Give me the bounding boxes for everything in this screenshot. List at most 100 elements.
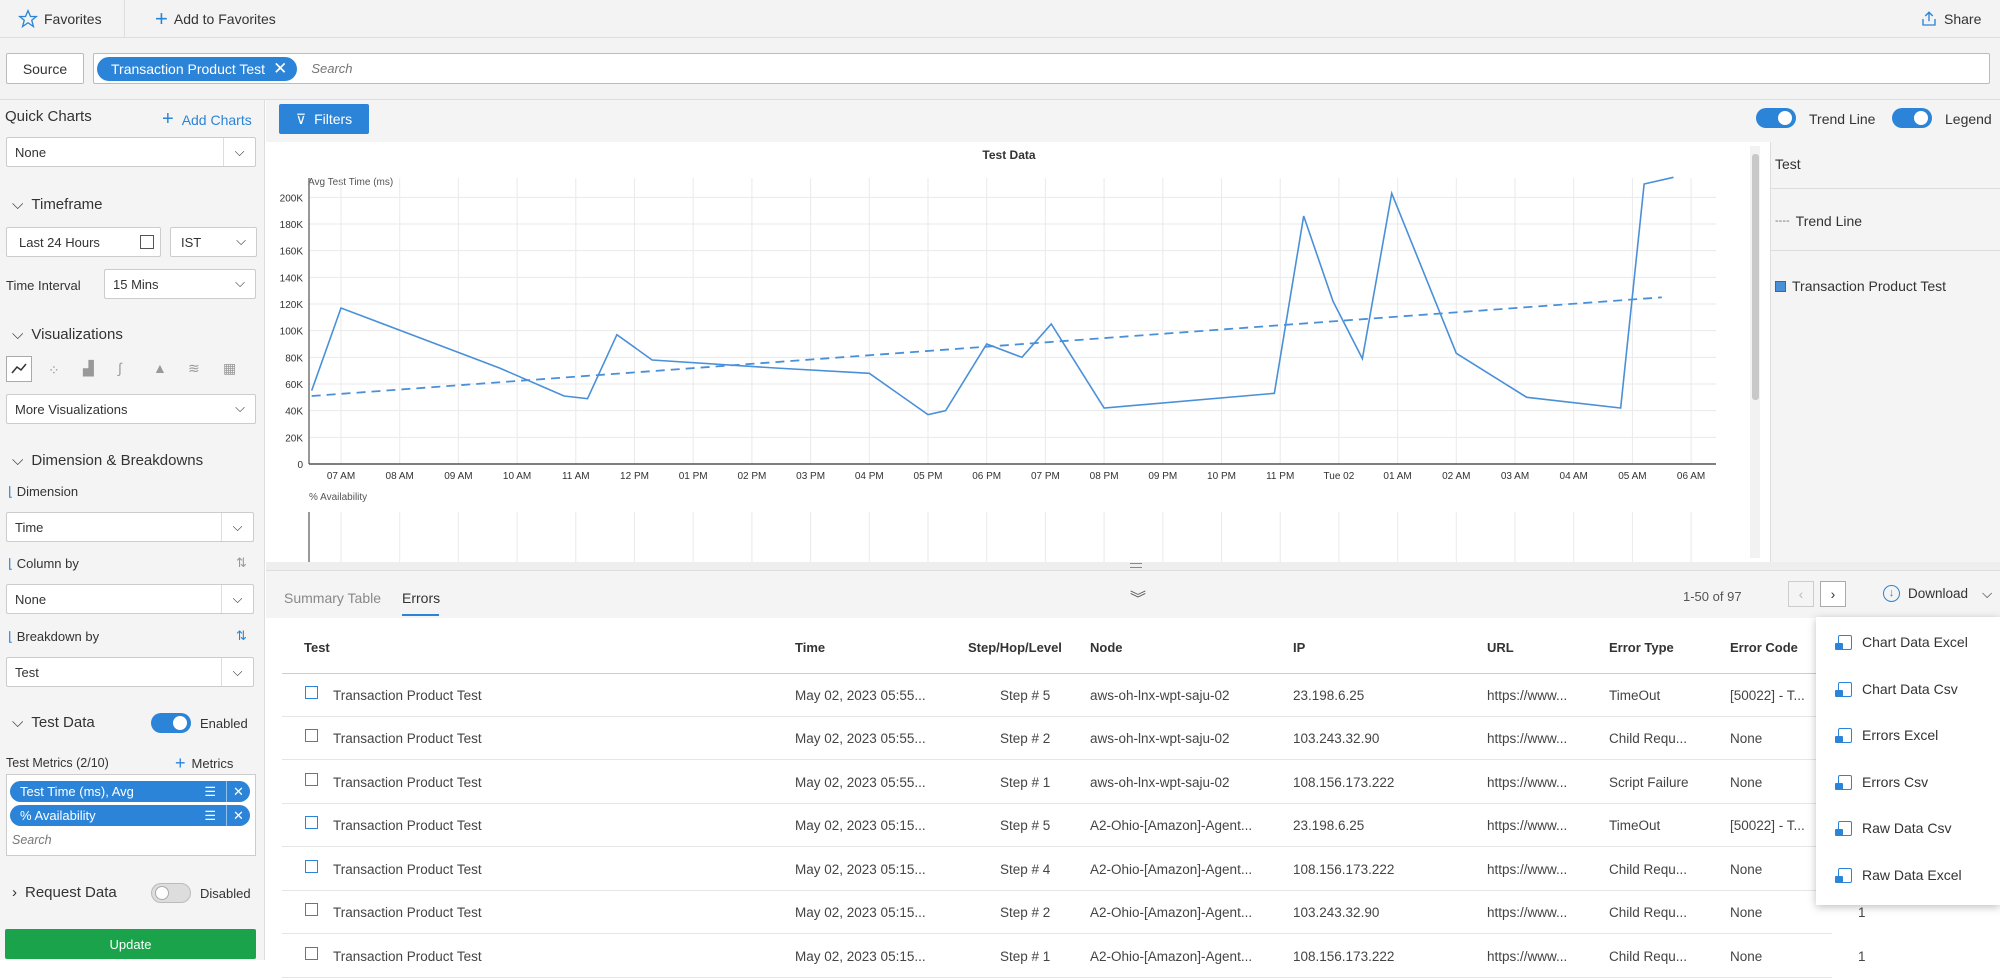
copy-icon[interactable]	[305, 686, 318, 699]
close-icon[interactable]: ✕	[226, 805, 250, 826]
settings-icon[interactable]: ☰	[204, 808, 216, 824]
cell-time: May 02, 2023 05:15...	[795, 905, 926, 920]
source-button[interactable]: Source	[6, 53, 84, 84]
chart-scrollbar[interactable]	[1750, 146, 1760, 558]
file-export-icon	[1835, 634, 1852, 650]
tab-summary-table[interactable]: Summary Table	[284, 590, 381, 606]
copy-icon[interactable]	[305, 773, 318, 786]
panel-splitter[interactable]	[266, 562, 2000, 570]
table-row[interactable]	[282, 935, 1832, 978]
line-chart-viz-button[interactable]	[6, 356, 32, 382]
copy-icon[interactable]	[305, 860, 318, 873]
chevron-down-icon: ⌵	[12, 452, 24, 469]
cell-error-type: TimeOut	[1609, 688, 1661, 703]
test-data-toggle[interactable]	[151, 713, 191, 733]
download-menu-item[interactable]: Raw Data Excel	[1835, 867, 1962, 883]
timeframe-select[interactable]: Last 24 Hours	[6, 227, 161, 257]
metric-chip-availability[interactable]: % Availability ☰ ✕	[10, 805, 250, 826]
table-row[interactable]	[282, 761, 1832, 804]
column-header-url[interactable]: URL	[1487, 640, 1514, 655]
trend-line-toggle[interactable]	[1756, 108, 1796, 128]
y-tick-label: 100K	[280, 327, 304, 338]
cell-node: A2-Ohio-[Amazon]-Agent...	[1090, 818, 1253, 833]
next-page-button[interactable]: ›	[1820, 581, 1846, 607]
column-header-test[interactable]: Test	[304, 640, 330, 655]
table-row[interactable]	[282, 674, 1832, 717]
download-menu-item[interactable]: Raw Data Csv	[1835, 820, 1951, 836]
request-data-section[interactable]: › Request Data	[12, 884, 117, 901]
stacked-chart-icon[interactable]: ≋	[188, 360, 200, 377]
table-row[interactable]	[282, 848, 1832, 891]
metric-search-input[interactable]: Search	[12, 833, 52, 847]
timezone-select[interactable]: IST ⌵	[170, 227, 257, 257]
close-icon[interactable]: ✕	[226, 781, 250, 802]
add-metrics-button[interactable]: + Metrics	[175, 753, 233, 774]
source-chip[interactable]: Transaction Product Test ✕	[97, 56, 298, 81]
legend-series[interactable]: Transaction Product Test	[1775, 278, 1946, 294]
column-header-step[interactable]: Step/Hop/Level	[968, 640, 1062, 655]
download-menu-item[interactable]: Errors Excel	[1835, 727, 1938, 743]
download-menu-item[interactable]: Chart Data Csv	[1835, 681, 1958, 697]
update-button[interactable]: Update	[5, 929, 256, 959]
series-line-transaction-product-test[interactable]	[310, 176, 1674, 416]
second-panel-label: % Availability	[309, 492, 367, 503]
dimension-select[interactable]: Time ⌵	[6, 512, 254, 542]
spline-chart-icon[interactable]: ∫	[118, 360, 122, 376]
time-interval-select[interactable]: 15 Mins ⌵	[104, 269, 256, 299]
copy-icon[interactable]	[305, 729, 318, 742]
column-header-node[interactable]: Node	[1090, 640, 1123, 655]
prev-page-button[interactable]: ‹	[1788, 581, 1814, 607]
dimension-breakdowns-section[interactable]: ⌵ Dimension & Breakdowns	[12, 452, 203, 469]
cell-error-type: Child Requ...	[1609, 905, 1688, 920]
cell-time: May 02, 2023 05:55...	[795, 775, 926, 790]
filters-button[interactable]: ⊽ Filters	[279, 104, 369, 134]
chevron-down-icon: ⌵	[235, 400, 245, 415]
column-header-error-type[interactable]: Error Type	[1609, 640, 1674, 655]
legend-toggle[interactable]	[1892, 108, 1932, 128]
cell-ip: 103.243.32.90	[1293, 731, 1380, 746]
add-to-favorites-button[interactable]: + Add to Favorites	[155, 0, 276, 38]
metric-chip-test-time[interactable]: Test Time (ms), Avg ☰ ✕	[10, 781, 250, 802]
sort-icon[interactable]: ⇅	[236, 555, 247, 571]
scatter-chart-icon[interactable]: ⁘	[48, 362, 60, 379]
request-data-toggle[interactable]	[151, 883, 191, 903]
copy-icon[interactable]	[305, 816, 318, 829]
source-search-box[interactable]: Transaction Product Test ✕	[93, 53, 1990, 84]
close-icon[interactable]: ✕	[273, 59, 287, 79]
download-menu-item[interactable]: Errors Csv	[1835, 774, 1928, 790]
sort-icon[interactable]: ⇅	[236, 628, 247, 644]
legend-header: Test	[1775, 156, 1801, 172]
quick-charts-select[interactable]: None ⌵	[6, 137, 256, 167]
more-visualizations-select[interactable]: More Visualizations ⌵	[6, 394, 256, 424]
copy-icon[interactable]	[305, 947, 318, 960]
add-charts-button[interactable]: + Add Charts	[162, 108, 252, 131]
area-chart-icon[interactable]: ▲	[153, 360, 167, 376]
column-header-time[interactable]: Time	[795, 640, 825, 655]
share-button[interactable]: Share	[1920, 0, 1981, 38]
column-by-select[interactable]: None ⌵	[6, 584, 254, 614]
search-input[interactable]	[309, 60, 1989, 77]
cell-ip: 103.243.32.90	[1293, 905, 1380, 920]
y-tick-label: 120K	[280, 300, 304, 311]
bar-chart-icon[interactable]: ▟	[83, 360, 94, 377]
x-tick-label: 11 AM	[562, 471, 590, 482]
tab-errors[interactable]: Errors	[402, 590, 440, 606]
table-icon[interactable]: ▦	[223, 360, 236, 377]
download-menu-item[interactable]: Chart Data Excel	[1835, 634, 1968, 650]
table-row[interactable]	[282, 891, 1832, 934]
collapse-icon[interactable]: ︾	[1130, 585, 1146, 609]
table-row[interactable]	[282, 717, 1832, 760]
legend-trend-line[interactable]: ---- Trend Line	[1775, 213, 1862, 229]
download-button[interactable]: ↓ Download ⌵	[1883, 585, 1992, 602]
timeframe-section[interactable]: ⌵ Timeframe	[12, 196, 103, 213]
cell-error-code: None	[1730, 905, 1763, 920]
copy-icon[interactable]	[305, 903, 318, 916]
breakdown-by-select[interactable]: Test ⌵	[6, 657, 254, 687]
favorites-button[interactable]: Favorites	[18, 0, 102, 38]
table-row[interactable]	[282, 804, 1832, 847]
test-data-section[interactable]: ⌵ Test Data	[12, 714, 95, 731]
visualizations-section[interactable]: ⌵ Visualizations	[12, 326, 123, 343]
settings-icon[interactable]: ☰	[204, 784, 216, 800]
column-header-ip[interactable]: IP	[1293, 640, 1305, 655]
column-header-error-code[interactable]: Error Code	[1730, 640, 1798, 655]
